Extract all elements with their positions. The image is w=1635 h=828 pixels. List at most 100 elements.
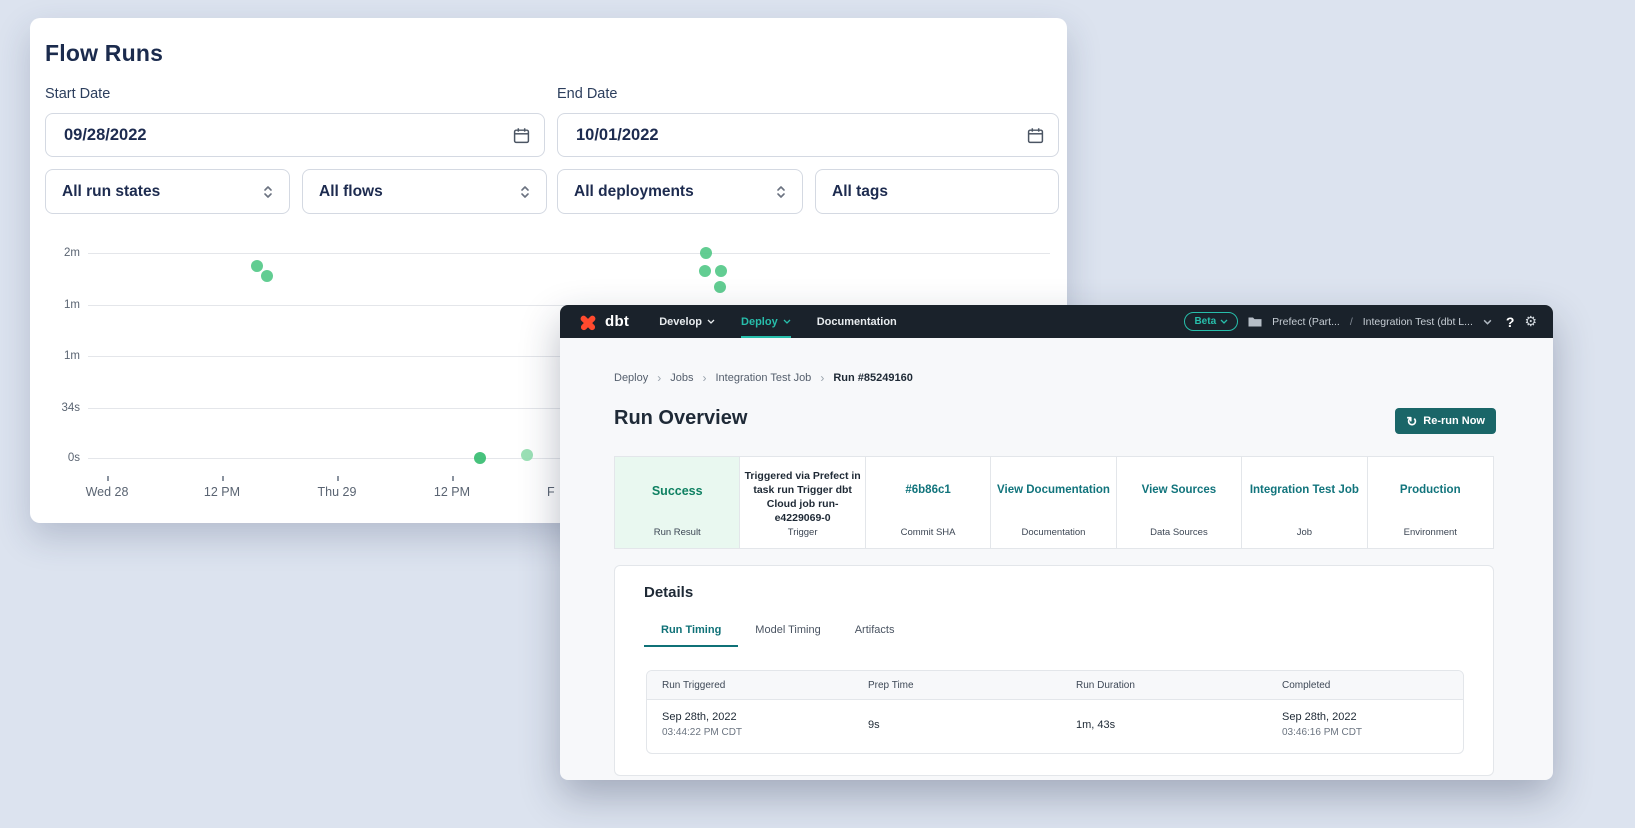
run-overview-title: Run Overview xyxy=(614,407,747,430)
deployments-select[interactable]: All deployments xyxy=(557,169,803,214)
breadcrumb: Deploy › Jobs › Integration Test Job › R… xyxy=(614,371,913,385)
x-tick xyxy=(337,476,339,481)
flow-run-dot[interactable] xyxy=(261,270,273,282)
help-icon[interactable]: ? xyxy=(1506,314,1515,330)
prep-time-value: 9s xyxy=(868,719,880,731)
start-date-label: Start Date xyxy=(45,86,110,102)
breadcrumb-separator: › xyxy=(657,371,661,385)
flows-value: All flows xyxy=(319,183,383,201)
end-date-input[interactable]: 10/01/2022 xyxy=(557,113,1059,157)
gridline xyxy=(88,253,1050,254)
breadcrumb-deploy[interactable]: Deploy xyxy=(614,372,648,384)
y-tick-label: 1m xyxy=(30,350,80,362)
refresh-icon: ↻ xyxy=(1406,415,1417,428)
end-date-value: 10/01/2022 xyxy=(576,126,659,145)
x-tick-label: Thu 29 xyxy=(318,485,357,499)
breadcrumb-separator: › xyxy=(703,371,707,385)
dbt-logo-text: dbt xyxy=(605,313,629,330)
card-run-result: Success Run Result xyxy=(615,457,740,548)
nav-item-develop[interactable]: Develop xyxy=(659,305,715,338)
job-link[interactable]: Integration Test Job xyxy=(1246,457,1362,525)
run-states-value: All run states xyxy=(62,183,160,201)
details-tabs: Run Timing Model Timing Artifacts xyxy=(644,618,911,647)
calendar-icon[interactable] xyxy=(1027,127,1044,144)
y-tick-label: 0s xyxy=(30,452,80,464)
nav-item-deploy[interactable]: Deploy xyxy=(741,305,791,338)
beta-button[interactable]: Beta xyxy=(1184,312,1238,331)
card-documentation: View Documentation Documentation xyxy=(991,457,1116,548)
run-states-select[interactable]: All run states xyxy=(45,169,290,214)
details-title: Details xyxy=(644,584,693,601)
chevron-down-icon[interactable] xyxy=(1483,319,1492,325)
run-triggered-time: 03:44:22 PM CDT xyxy=(662,727,742,738)
account-selector[interactable]: Prefect (Part... xyxy=(1272,316,1340,328)
status-badge: Success xyxy=(619,457,735,525)
end-date-label: End Date xyxy=(557,86,617,102)
card-commit-sha: #6b86c1 Commit SHA xyxy=(866,457,991,548)
chevron-down-icon xyxy=(1220,319,1228,324)
details-panel: Details Run Timing Model Timing Artifact… xyxy=(614,565,1494,776)
up-down-chevrons-icon xyxy=(518,184,532,200)
dbt-top-navbar: dbt Develop Deploy Documentation Beta xyxy=(560,305,1553,338)
flows-select[interactable]: All flows xyxy=(302,169,547,214)
chevron-down-icon xyxy=(783,319,791,324)
breadcrumb-current-run: Run #85249160 xyxy=(833,372,913,384)
dbt-logo-icon xyxy=(578,313,598,331)
completed-time: 03:46:16 PM CDT xyxy=(1282,727,1362,738)
table-header-row: Run Triggered Prep Time Run Duration Com… xyxy=(647,671,1463,700)
tab-run-timing[interactable]: Run Timing xyxy=(644,618,738,647)
breadcrumb-separator: › xyxy=(820,371,824,385)
run-duration-value: 1m, 43s xyxy=(1076,719,1115,731)
card-data-sources: View Sources Data Sources xyxy=(1117,457,1242,548)
flow-run-dot[interactable] xyxy=(700,247,712,259)
run-timing-table: Run Triggered Prep Time Run Duration Com… xyxy=(646,670,1464,754)
x-tick-label: 12 PM xyxy=(204,485,240,499)
tab-model-timing[interactable]: Model Timing xyxy=(738,618,837,647)
card-trigger: Triggered via Prefect in task run Trigge… xyxy=(740,457,865,548)
card-environment: Production Environment xyxy=(1368,457,1493,548)
x-tick xyxy=(222,476,224,481)
commit-sha-link[interactable]: #6b86c1 xyxy=(870,457,986,525)
tags-select[interactable]: All tags xyxy=(815,169,1059,214)
tags-value: All tags xyxy=(832,183,888,201)
x-tick-label: Wed 28 xyxy=(86,485,129,499)
flow-run-dot[interactable] xyxy=(474,452,486,464)
x-tick-label: 12 PM xyxy=(434,485,470,499)
x-tick xyxy=(452,476,454,481)
y-tick-label: 34s xyxy=(30,402,80,414)
folder-icon xyxy=(1248,316,1262,327)
flow-run-dot[interactable] xyxy=(714,281,726,293)
up-down-chevrons-icon xyxy=(774,184,788,200)
x-tick xyxy=(107,476,109,481)
flow-run-dot[interactable] xyxy=(715,265,727,277)
x-tick-label-truncated: F xyxy=(547,485,555,499)
calendar-icon[interactable] xyxy=(513,127,530,144)
dbt-cloud-window: dbt Develop Deploy Documentation Beta xyxy=(560,305,1553,780)
y-tick-label: 2m xyxy=(30,247,80,259)
rerun-now-button[interactable]: ↻ Re-run Now xyxy=(1395,408,1496,434)
breadcrumb-jobs[interactable]: Jobs xyxy=(670,372,693,384)
start-date-input[interactable]: 09/28/2022 xyxy=(45,113,545,157)
project-selector[interactable]: Integration Test (dbt L... xyxy=(1363,316,1473,328)
chevron-down-icon xyxy=(707,319,715,324)
view-sources-link[interactable]: View Sources xyxy=(1121,457,1237,525)
flow-run-dot[interactable] xyxy=(521,449,533,461)
table-row: Sep 28th, 2022 03:44:22 PM CDT 9s 1m, 43… xyxy=(647,700,1463,753)
card-job: Integration Test Job Job xyxy=(1242,457,1367,548)
deployments-value: All deployments xyxy=(574,183,694,201)
environment-link[interactable]: Production xyxy=(1372,457,1489,525)
flow-run-dot[interactable] xyxy=(251,260,263,272)
page-title: Flow Runs xyxy=(45,40,163,67)
view-documentation-link[interactable]: View Documentation xyxy=(995,457,1111,525)
flow-run-dot[interactable] xyxy=(699,265,711,277)
run-triggered-date: Sep 28th, 2022 xyxy=(662,711,737,723)
nav-item-documentation[interactable]: Documentation xyxy=(817,305,897,338)
breadcrumb-job-name[interactable]: Integration Test Job xyxy=(716,372,812,384)
tab-artifacts[interactable]: Artifacts xyxy=(838,618,912,647)
start-date-value: 09/28/2022 xyxy=(64,126,147,145)
up-down-chevrons-icon xyxy=(261,184,275,200)
completed-date: Sep 28th, 2022 xyxy=(1282,711,1357,723)
account-project-separator: / xyxy=(1350,316,1353,328)
run-summary-cards: Success Run Result Triggered via Prefect… xyxy=(614,456,1494,549)
gear-icon[interactable]: ⚙ xyxy=(1524,313,1537,330)
